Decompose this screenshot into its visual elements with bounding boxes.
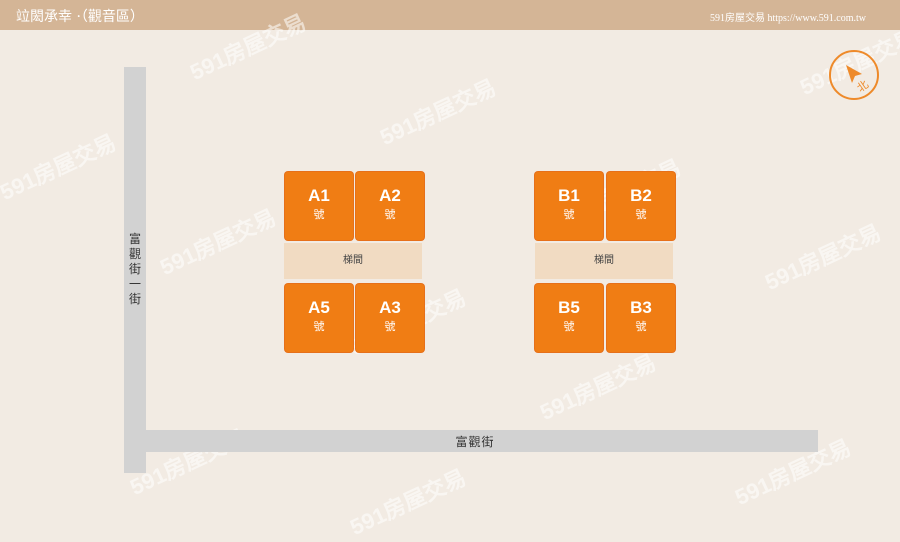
unit-a1[interactable]: A1 號	[285, 172, 353, 240]
unit-b5[interactable]: B5 號	[535, 284, 603, 352]
north-arrow-icon	[846, 65, 862, 83]
header-bar: 竝閎承幸 ·（觀音區） 591房屋交易 https://www.591.com.…	[0, 0, 900, 30]
stairwell-b: 梯間	[535, 243, 673, 279]
unit-a3[interactable]: A3 號	[356, 284, 424, 352]
road-horizontal-label: 富觀街	[455, 435, 495, 449]
unit-code: B1	[558, 186, 580, 205]
page-title: 竝閎承幸 ·（觀音區）	[16, 9, 144, 25]
unit-suffix: 號	[384, 321, 396, 333]
compass-icon: 北	[829, 50, 879, 100]
unit-code: A5	[308, 298, 330, 317]
watermark: 591房屋交易	[536, 349, 660, 426]
watermark: 591房屋交易	[761, 219, 885, 296]
unit-code: A1	[308, 186, 330, 205]
unit-code: A2	[379, 186, 401, 205]
road-vertical-label: 富觀街一街	[128, 232, 141, 306]
unit-b1[interactable]: B1 號	[535, 172, 603, 240]
source-label: 591房屋交易 https://www.591.com.tw	[709, 13, 866, 24]
unit-a5[interactable]: A5 號	[285, 284, 353, 352]
watermark: 591房屋交易	[156, 204, 280, 281]
unit-suffix: 號	[313, 321, 325, 333]
unit-a2[interactable]: A2 號	[356, 172, 424, 240]
unit-suffix: 號	[635, 209, 647, 221]
stairwell-a: 梯間	[284, 243, 422, 279]
unit-code: B3	[630, 298, 652, 317]
unit-code: B2	[630, 186, 652, 205]
unit-suffix: 號	[384, 209, 396, 221]
unit-code: B5	[558, 298, 580, 317]
unit-code: A3	[379, 298, 401, 317]
unit-suffix: 號	[635, 321, 647, 333]
unit-suffix: 號	[563, 321, 575, 333]
watermark: 591房屋交易	[346, 464, 470, 541]
unit-b2[interactable]: B2 號	[607, 172, 675, 240]
unit-suffix: 號	[563, 209, 575, 221]
unit-suffix: 號	[313, 209, 325, 221]
watermark: 591房屋交易	[0, 129, 120, 206]
watermark: 591房屋交易	[376, 74, 500, 151]
unit-b3[interactable]: B3 號	[607, 284, 675, 352]
